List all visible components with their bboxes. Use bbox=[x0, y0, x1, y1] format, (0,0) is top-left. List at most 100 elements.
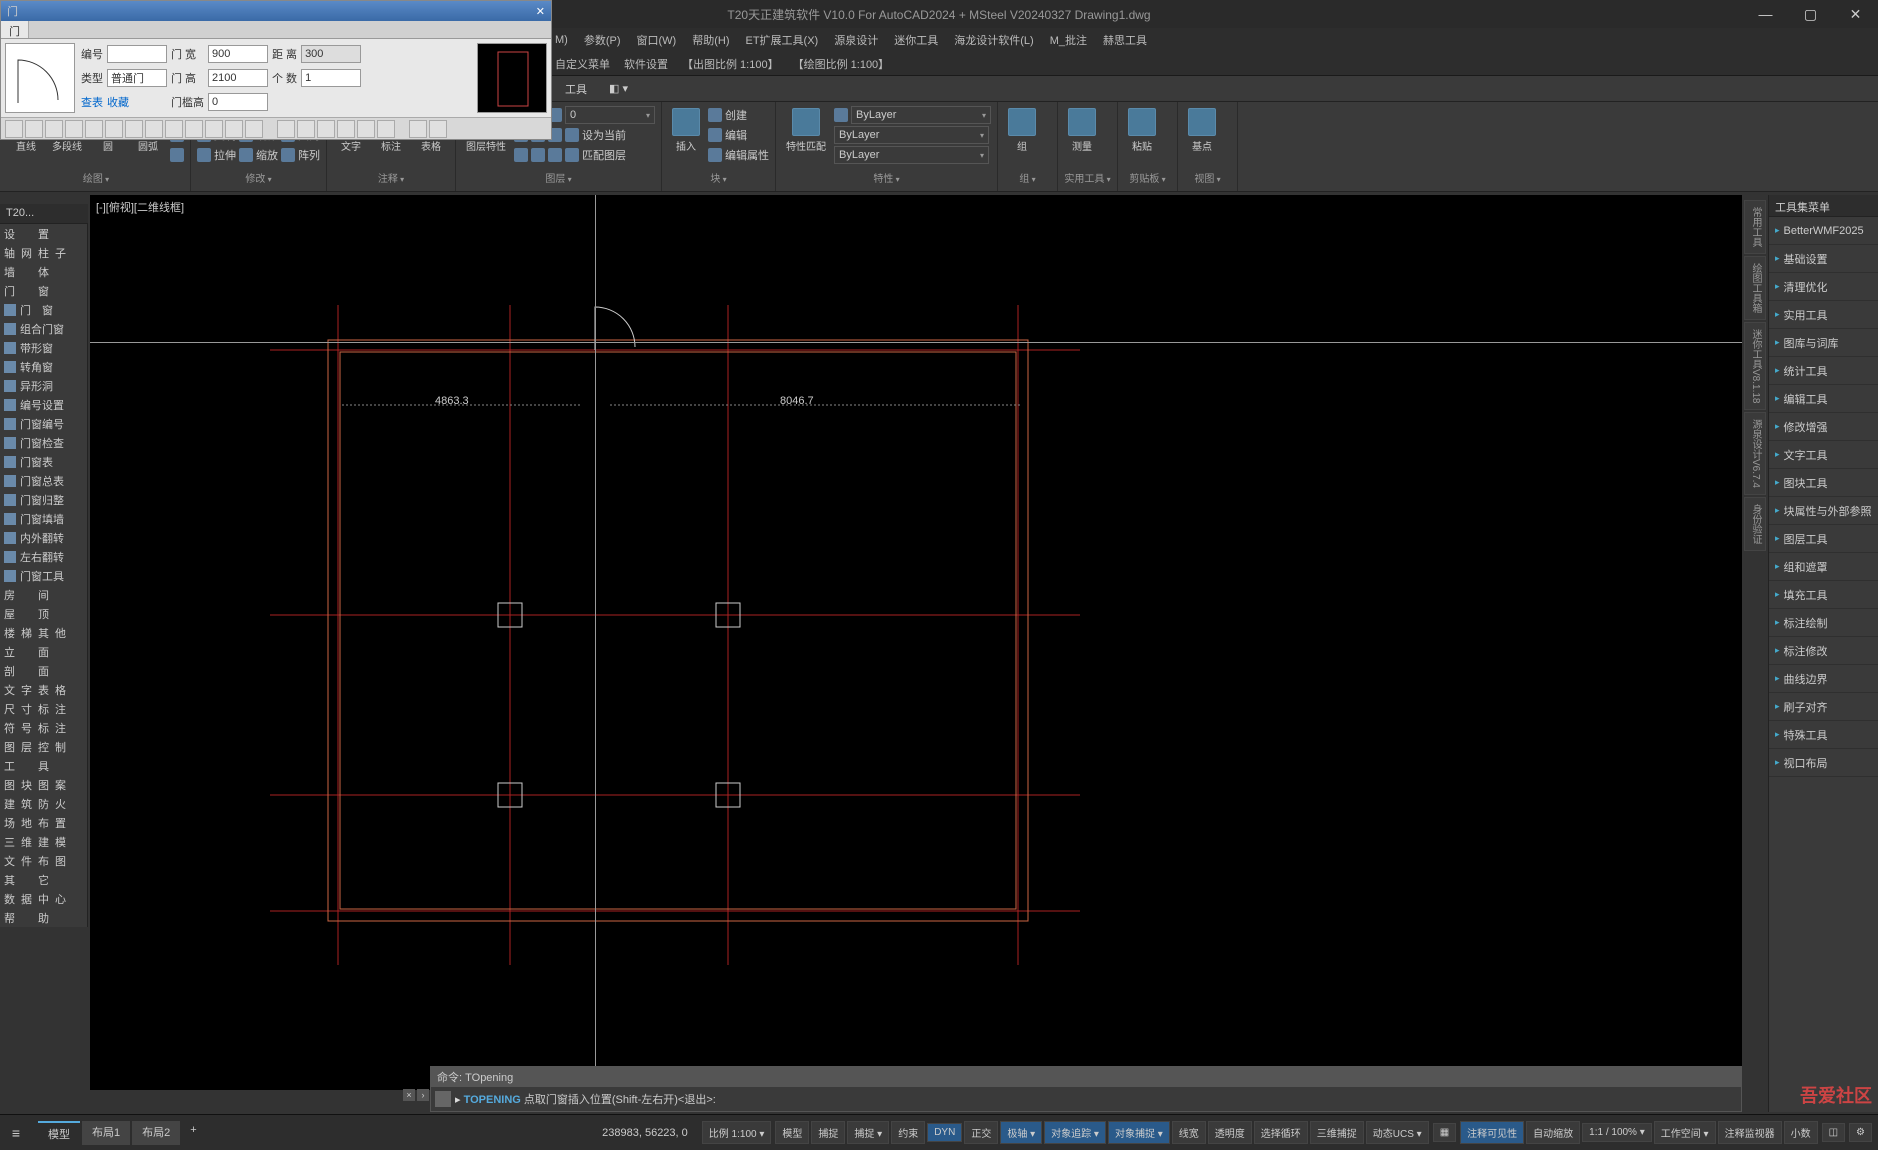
tb-3[interactable] bbox=[45, 120, 63, 138]
li9[interactable] bbox=[531, 148, 545, 162]
rp-item-0[interactable]: BetterWMF2025 bbox=[1769, 217, 1878, 245]
li10[interactable] bbox=[548, 148, 562, 162]
sb-scale1[interactable]: 【出图比例 1:100】 bbox=[682, 56, 779, 72]
rp-item-6[interactable]: 编辑工具 bbox=[1769, 385, 1878, 413]
btn-paste[interactable]: 粘贴 bbox=[1124, 106, 1160, 168]
sb-scale2[interactable]: 【绘图比例 1:100】 bbox=[793, 56, 890, 72]
sb-custom-menu[interactable]: 自定义菜单 bbox=[555, 56, 610, 72]
tb-10[interactable] bbox=[185, 120, 203, 138]
vtb-1[interactable]: 绘图工具箱 bbox=[1744, 256, 1766, 320]
di-g3-0[interactable]: 门窗归整 bbox=[0, 490, 87, 509]
label-props[interactable]: 特性 bbox=[782, 168, 991, 187]
di-g3-3[interactable]: 左右翻转 bbox=[0, 547, 87, 566]
stretch-icon[interactable] bbox=[197, 148, 211, 162]
i3[interactable] bbox=[170, 148, 184, 162]
label-draw[interactable]: 绘图 bbox=[8, 168, 184, 187]
tb-16[interactable] bbox=[317, 120, 335, 138]
sb-r-2[interactable]: 1:1 / 100% ▾ bbox=[1582, 1123, 1652, 1142]
tab-tools[interactable]: 工具 bbox=[555, 79, 597, 99]
label-annot[interactable]: 注释 bbox=[333, 168, 449, 187]
tab-layout2[interactable]: 布局2 bbox=[132, 1121, 180, 1145]
btn-group[interactable]: 组 bbox=[1004, 106, 1040, 168]
rp-item-5[interactable]: 统计工具 bbox=[1769, 357, 1878, 385]
rp-item-15[interactable]: 标注修改 bbox=[1769, 637, 1878, 665]
drawing-canvas[interactable]: [-][俯视][二维线框] 4863.3 8046.7 bbox=[90, 195, 1742, 1090]
dialog-close-button[interactable]: ✕ bbox=[536, 5, 545, 18]
li7[interactable] bbox=[565, 128, 579, 142]
layer-combo[interactable]: 0 bbox=[565, 106, 655, 124]
sb-r-5[interactable]: 小数 bbox=[1784, 1121, 1818, 1144]
tb-4[interactable] bbox=[65, 120, 83, 138]
menu-m[interactable]: M) bbox=[555, 34, 568, 46]
dh-2[interactable]: 墙 体 bbox=[0, 262, 87, 281]
tb-1[interactable] bbox=[5, 120, 23, 138]
di-g4-12[interactable]: 场地布置 bbox=[0, 813, 87, 832]
cmd-x[interactable]: × bbox=[403, 1089, 415, 1101]
di-g4-2[interactable]: 楼梯其他 bbox=[0, 623, 87, 642]
tb-7[interactable] bbox=[125, 120, 143, 138]
sb-scale[interactable]: 比例 1:100 ▾ bbox=[702, 1121, 772, 1144]
menu-params[interactable]: 参数(P) bbox=[584, 32, 621, 48]
sb-r-0[interactable]: 注释可见性 bbox=[1460, 1121, 1524, 1144]
di-g1-2[interactable]: 带形窗 bbox=[0, 338, 87, 357]
sb-l-13[interactable]: 动态UCS ▾ bbox=[1366, 1121, 1429, 1144]
sb-settings-icon[interactable]: ⚙ bbox=[1849, 1123, 1872, 1142]
di-g2-0[interactable]: 编号设置 bbox=[0, 395, 87, 414]
sb-l-6[interactable]: 极轴 ▾ bbox=[1000, 1121, 1042, 1144]
di-g4-11[interactable]: 建筑防火 bbox=[0, 794, 87, 813]
dh-0[interactable]: 设 置 bbox=[0, 224, 87, 243]
tb-14[interactable] bbox=[277, 120, 295, 138]
rp-item-1[interactable]: 基础设置 bbox=[1769, 245, 1878, 273]
input-height[interactable] bbox=[208, 69, 268, 87]
sb-r-3[interactable]: 工作空间 ▾ bbox=[1654, 1121, 1716, 1144]
di-g2-4[interactable]: 门窗总表 bbox=[0, 471, 87, 490]
tb-5[interactable] bbox=[85, 120, 103, 138]
dh-3[interactable]: 门 窗 bbox=[0, 281, 87, 300]
menu-hl[interactable]: 海龙设计软件(L) bbox=[954, 32, 1033, 48]
vtb-2[interactable]: 迷你工具V8.1.18 bbox=[1744, 322, 1766, 410]
di-g4-7[interactable]: 符号标注 bbox=[0, 718, 87, 737]
rp-item-18[interactable]: 特殊工具 bbox=[1769, 721, 1878, 749]
tab-panel-dropdown[interactable]: ◧ ▾ bbox=[599, 80, 638, 97]
dialog-tab-door[interactable]: 门 bbox=[1, 21, 29, 38]
tab-add[interactable]: + bbox=[182, 1121, 204, 1145]
menu-mini[interactable]: 迷你工具 bbox=[894, 32, 938, 48]
sb-soft-settings[interactable]: 软件设置 bbox=[624, 56, 668, 72]
di-g4-5[interactable]: 文字表格 bbox=[0, 680, 87, 699]
li8[interactable] bbox=[514, 148, 528, 162]
di-g2-1[interactable]: 门窗编号 bbox=[0, 414, 87, 433]
input-type[interactable] bbox=[107, 69, 167, 87]
label-util[interactable]: 实用工具 bbox=[1064, 168, 1111, 187]
di-g4-1[interactable]: 屋 顶 bbox=[0, 604, 87, 623]
menu-yq[interactable]: 源泉设计 bbox=[834, 32, 878, 48]
door-3d-preview[interactable] bbox=[477, 43, 547, 113]
di-g4-15[interactable]: 其 它 bbox=[0, 870, 87, 889]
vtb-4[interactable]: 身份验证 bbox=[1744, 497, 1766, 551]
sb-l-12[interactable]: 三维捕捉 bbox=[1310, 1121, 1364, 1144]
pi1[interactable] bbox=[834, 108, 848, 122]
di-g1-0[interactable]: 门 窗 bbox=[0, 300, 87, 319]
menu-mbz[interactable]: M_批注 bbox=[1050, 32, 1087, 48]
menu-et[interactable]: ET扩展工具(X) bbox=[746, 32, 819, 48]
rp-item-11[interactable]: 图层工具 bbox=[1769, 525, 1878, 553]
tab-layout1[interactable]: 布局1 bbox=[82, 1121, 130, 1145]
rp-item-7[interactable]: 修改增强 bbox=[1769, 413, 1878, 441]
di-g1-1[interactable]: 组合门窗 bbox=[0, 319, 87, 338]
rp-item-10[interactable]: 块属性与外部参照 bbox=[1769, 497, 1878, 525]
minimize-button[interactable]: — bbox=[1743, 0, 1788, 28]
tb-9[interactable] bbox=[165, 120, 183, 138]
dh-1[interactable]: 轴网柱子 bbox=[0, 243, 87, 262]
cmd-arrow[interactable]: › bbox=[417, 1089, 429, 1101]
bi3[interactable] bbox=[708, 148, 722, 162]
tb-18[interactable] bbox=[357, 120, 375, 138]
di-g1-3[interactable]: 转角窗 bbox=[0, 357, 87, 376]
rp-item-2[interactable]: 清理优化 bbox=[1769, 273, 1878, 301]
array-icon[interactable] bbox=[281, 148, 295, 162]
di-g3-1[interactable]: 门窗填墙 bbox=[0, 509, 87, 528]
di-g4-13[interactable]: 三维建模 bbox=[0, 832, 87, 851]
linetype-combo[interactable]: ByLayer bbox=[834, 146, 989, 164]
bi1[interactable] bbox=[708, 108, 722, 122]
btn-matchprop[interactable]: 特性匹配 bbox=[782, 106, 830, 168]
label-block[interactable]: 块 bbox=[668, 168, 769, 187]
di-g4-3[interactable]: 立 面 bbox=[0, 642, 87, 661]
